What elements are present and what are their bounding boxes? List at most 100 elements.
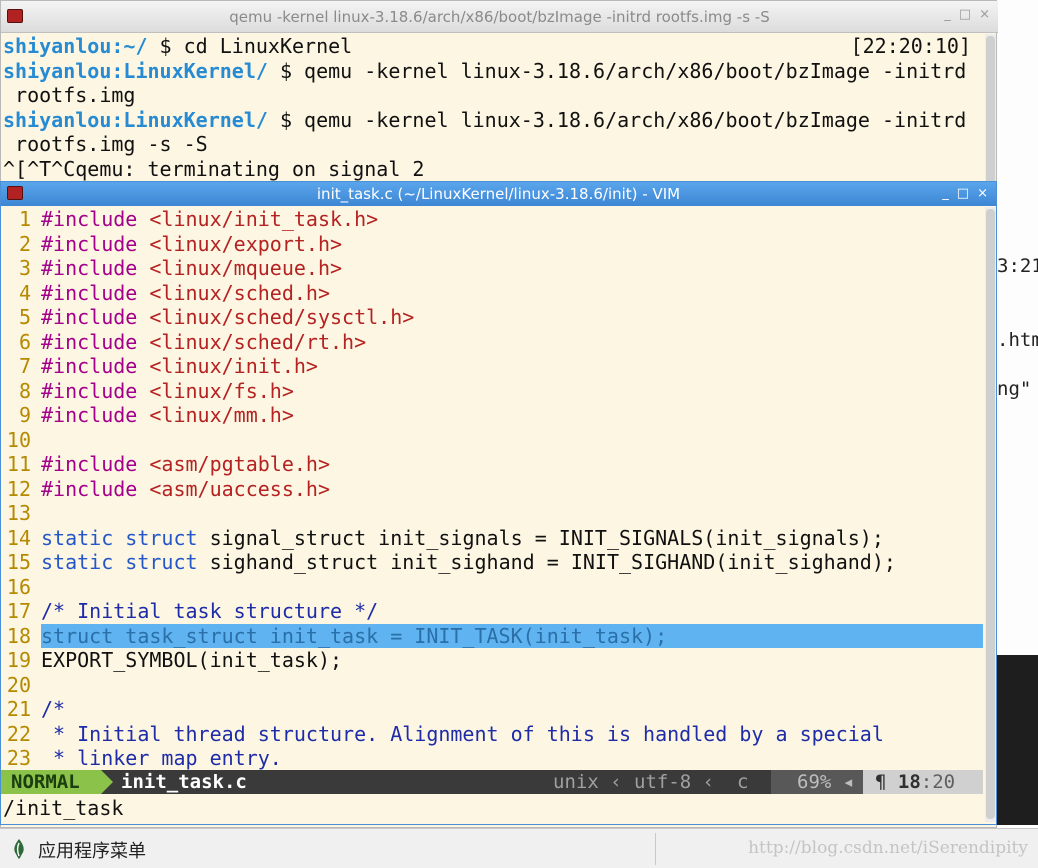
terminal-output[interactable]: shiyanlou:~/ $ cd LinuxKernel [22:20:10] s… bbox=[3, 34, 983, 181]
application-menu-button[interactable]: 应用程序菜单 bbox=[38, 837, 146, 863]
code-token: struct bbox=[125, 525, 210, 550]
code-token: #include bbox=[41, 305, 150, 329]
code-token: #include bbox=[41, 452, 150, 476]
line-number: 3 bbox=[18, 256, 31, 280]
line-number: 20 bbox=[6, 672, 31, 697]
terminal-titlebar[interactable]: qemu -kernel linux-3.18.6/arch/x86/boot/… bbox=[1, 1, 998, 33]
close-icon[interactable]: × bbox=[977, 186, 988, 201]
line-number: 18 bbox=[6, 623, 31, 648]
line-number: 9 bbox=[18, 403, 31, 427]
code-token: static bbox=[41, 550, 126, 574]
chevron-left-icon: ‹ bbox=[702, 771, 715, 793]
line-number: 22 bbox=[6, 721, 31, 746]
code-text: static struct signal_struct init_signals… bbox=[41, 526, 983, 551]
background-text-fragment: ng" bbox=[997, 378, 1032, 400]
code-token: #include bbox=[41, 403, 150, 427]
code-token: <linux/fs.h> bbox=[149, 378, 294, 403]
code-line[interactable]: 3 #include <linux/mqueue.h> bbox=[1, 256, 983, 281]
code-line[interactable]: 11 #include <asm/pgtable.h> bbox=[1, 452, 983, 477]
vim-scrollbar-thumb[interactable] bbox=[986, 209, 995, 819]
vim-code-area[interactable]: 1 #include <linux/init_task.h> 2 #include <… bbox=[1, 207, 983, 771]
code-token: <linux/mqueue.h> bbox=[149, 256, 343, 280]
line-number: 23 bbox=[6, 746, 31, 770]
code-line[interactable]: 19 EXPORT_SYMBOL(init_task); bbox=[1, 648, 983, 673]
vim-statusline: NORMAL init_task.c unix ‹ utf-8 ‹ c 69% … bbox=[1, 770, 983, 794]
terminal-line: rootfs.img bbox=[3, 83, 983, 108]
minimize-icon[interactable]: _ bbox=[944, 7, 951, 22]
statusline-position: ¶ 18:20 bbox=[863, 770, 983, 794]
code-text: #include <linux/export.h> bbox=[41, 232, 983, 257]
code-line[interactable]: 22 * Initial thread structure. Alignment… bbox=[1, 722, 983, 747]
line-number: 19 bbox=[6, 648, 31, 672]
vim-scrollbar[interactable] bbox=[985, 207, 996, 822]
terminal-title: qemu -kernel linux-3.18.6/arch/x86/boot/… bbox=[229, 8, 770, 26]
code-text: #include <linux/sched.h> bbox=[41, 281, 983, 306]
cursor-column: :20 bbox=[920, 771, 956, 793]
line-number: 16 bbox=[6, 574, 31, 599]
code-text: #include <asm/uaccess.h> bbox=[41, 477, 983, 502]
mode-separator-arrow bbox=[101, 770, 113, 794]
statusline-encoding: utf-8 ‹ bbox=[634, 770, 714, 794]
code-line[interactable]: 6 #include <linux/sched/rt.h> bbox=[1, 330, 983, 355]
prompt-user: shiyanlou bbox=[3, 58, 112, 83]
background-text-fragment: 3:21 bbox=[997, 255, 1038, 277]
code-line[interactable]: 8 #include <linux/fs.h> bbox=[1, 379, 983, 404]
code-token: sighand_struct init_sighand = INIT_SIGHA… bbox=[209, 550, 896, 574]
code-line[interactable]: 10 bbox=[1, 428, 983, 453]
code-token: <asm/uaccess.h> bbox=[149, 476, 330, 501]
code-line-highlighted[interactable]: 18 struct task_struct init_task = INIT_TA… bbox=[1, 623, 983, 648]
terminal-line: shiyanlou:LinuxKernel/ $ qemu -kernel li… bbox=[3, 108, 983, 133]
minimize-icon[interactable]: _ bbox=[942, 186, 949, 201]
code-line[interactable]: 9 #include <linux/mm.h> bbox=[1, 403, 983, 428]
application-menu-icon[interactable] bbox=[10, 838, 28, 860]
terminal-line: shiyanlou:LinuxKernel/ $ qemu -kernel li… bbox=[3, 59, 983, 84]
maximize-icon[interactable]: □ bbox=[957, 186, 969, 201]
line-number: 8 bbox=[18, 378, 31, 403]
code-line[interactable]: 20 bbox=[1, 673, 983, 698]
code-line[interactable]: 1 #include <linux/init_task.h> bbox=[1, 207, 983, 232]
code-line[interactable]: 2 #include <linux/export.h> bbox=[1, 232, 983, 257]
line-number: 7 bbox=[18, 354, 31, 378]
code-token: signal_struct init_signals = INIT_SIGNAL… bbox=[209, 525, 884, 550]
line-number: 12 bbox=[6, 476, 31, 501]
close-icon[interactable]: × bbox=[979, 7, 990, 22]
code-token: * Initial thread structure. Alignment of… bbox=[41, 721, 884, 746]
cursor-line: 18 bbox=[897, 771, 921, 793]
prompt-path: :LinuxKernel/ bbox=[111, 107, 268, 132]
code-text: #include <linux/sched/rt.h> bbox=[41, 330, 983, 355]
code-token: #include bbox=[41, 354, 150, 378]
code-token: EXPORT_SYMBOL(init_task); bbox=[41, 648, 343, 672]
code-line[interactable]: 15 static struct sighand_struct init_sigh… bbox=[1, 550, 983, 575]
code-line[interactable]: 16 bbox=[1, 575, 983, 600]
code-token: <linux/export.h> bbox=[149, 231, 343, 256]
code-line[interactable]: 7 #include <linux/init.h> bbox=[1, 354, 983, 379]
code-token: #include bbox=[41, 280, 150, 305]
code-line[interactable]: 17 /* Initial task structure */ bbox=[1, 599, 983, 624]
output-text: ^[^T^Cqemu: terminating on signal 2 bbox=[3, 156, 425, 181]
code-line[interactable]: 12 #include <asm/uaccess.h> bbox=[1, 477, 983, 502]
code-text: /* bbox=[41, 697, 983, 722]
vim-window[interactable]: init_task.c (~/LinuxKernel/linux-3.18.6/… bbox=[0, 181, 997, 825]
percent-value: 69% bbox=[797, 771, 832, 793]
line-number: 1 bbox=[18, 207, 31, 231]
line-number: 2 bbox=[18, 231, 31, 256]
maximize-icon[interactable]: □ bbox=[959, 7, 971, 22]
code-token: <linux/sched/sysctl.h> bbox=[149, 305, 415, 329]
command-text: $ qemu -kernel linux-3.18.6/arch/x86/boo… bbox=[267, 107, 967, 132]
vim-titlebar[interactable]: init_task.c (~/LinuxKernel/linux-3.18.6/… bbox=[1, 182, 996, 206]
vim-command-line[interactable]: /init_task bbox=[3, 796, 123, 820]
code-line[interactable]: 23 * linker map entry. bbox=[1, 746, 983, 771]
code-line[interactable]: 4 #include <linux/sched.h> bbox=[1, 281, 983, 306]
terminal-line: shiyanlou:~/ $ cd LinuxKernel [22:20:10] bbox=[3, 34, 983, 59]
code-token: <linux/init.h> bbox=[149, 354, 318, 378]
code-line[interactable]: 5 #include <linux/sched/sysctl.h> bbox=[1, 305, 983, 330]
code-line[interactable]: 21 /* bbox=[1, 697, 983, 722]
code-token: * linker map entry. bbox=[41, 746, 282, 770]
code-text: /* Initial task structure */ bbox=[41, 599, 983, 624]
code-line[interactable]: 13 bbox=[1, 501, 983, 526]
vim-window-buttons: _ □ × bbox=[942, 186, 988, 201]
fileformat-value: unix bbox=[553, 771, 599, 793]
code-line[interactable]: 14 static struct signal_struct init_signa… bbox=[1, 526, 983, 551]
code-text: struct task_struct init_task = INIT_TASK… bbox=[41, 623, 983, 648]
